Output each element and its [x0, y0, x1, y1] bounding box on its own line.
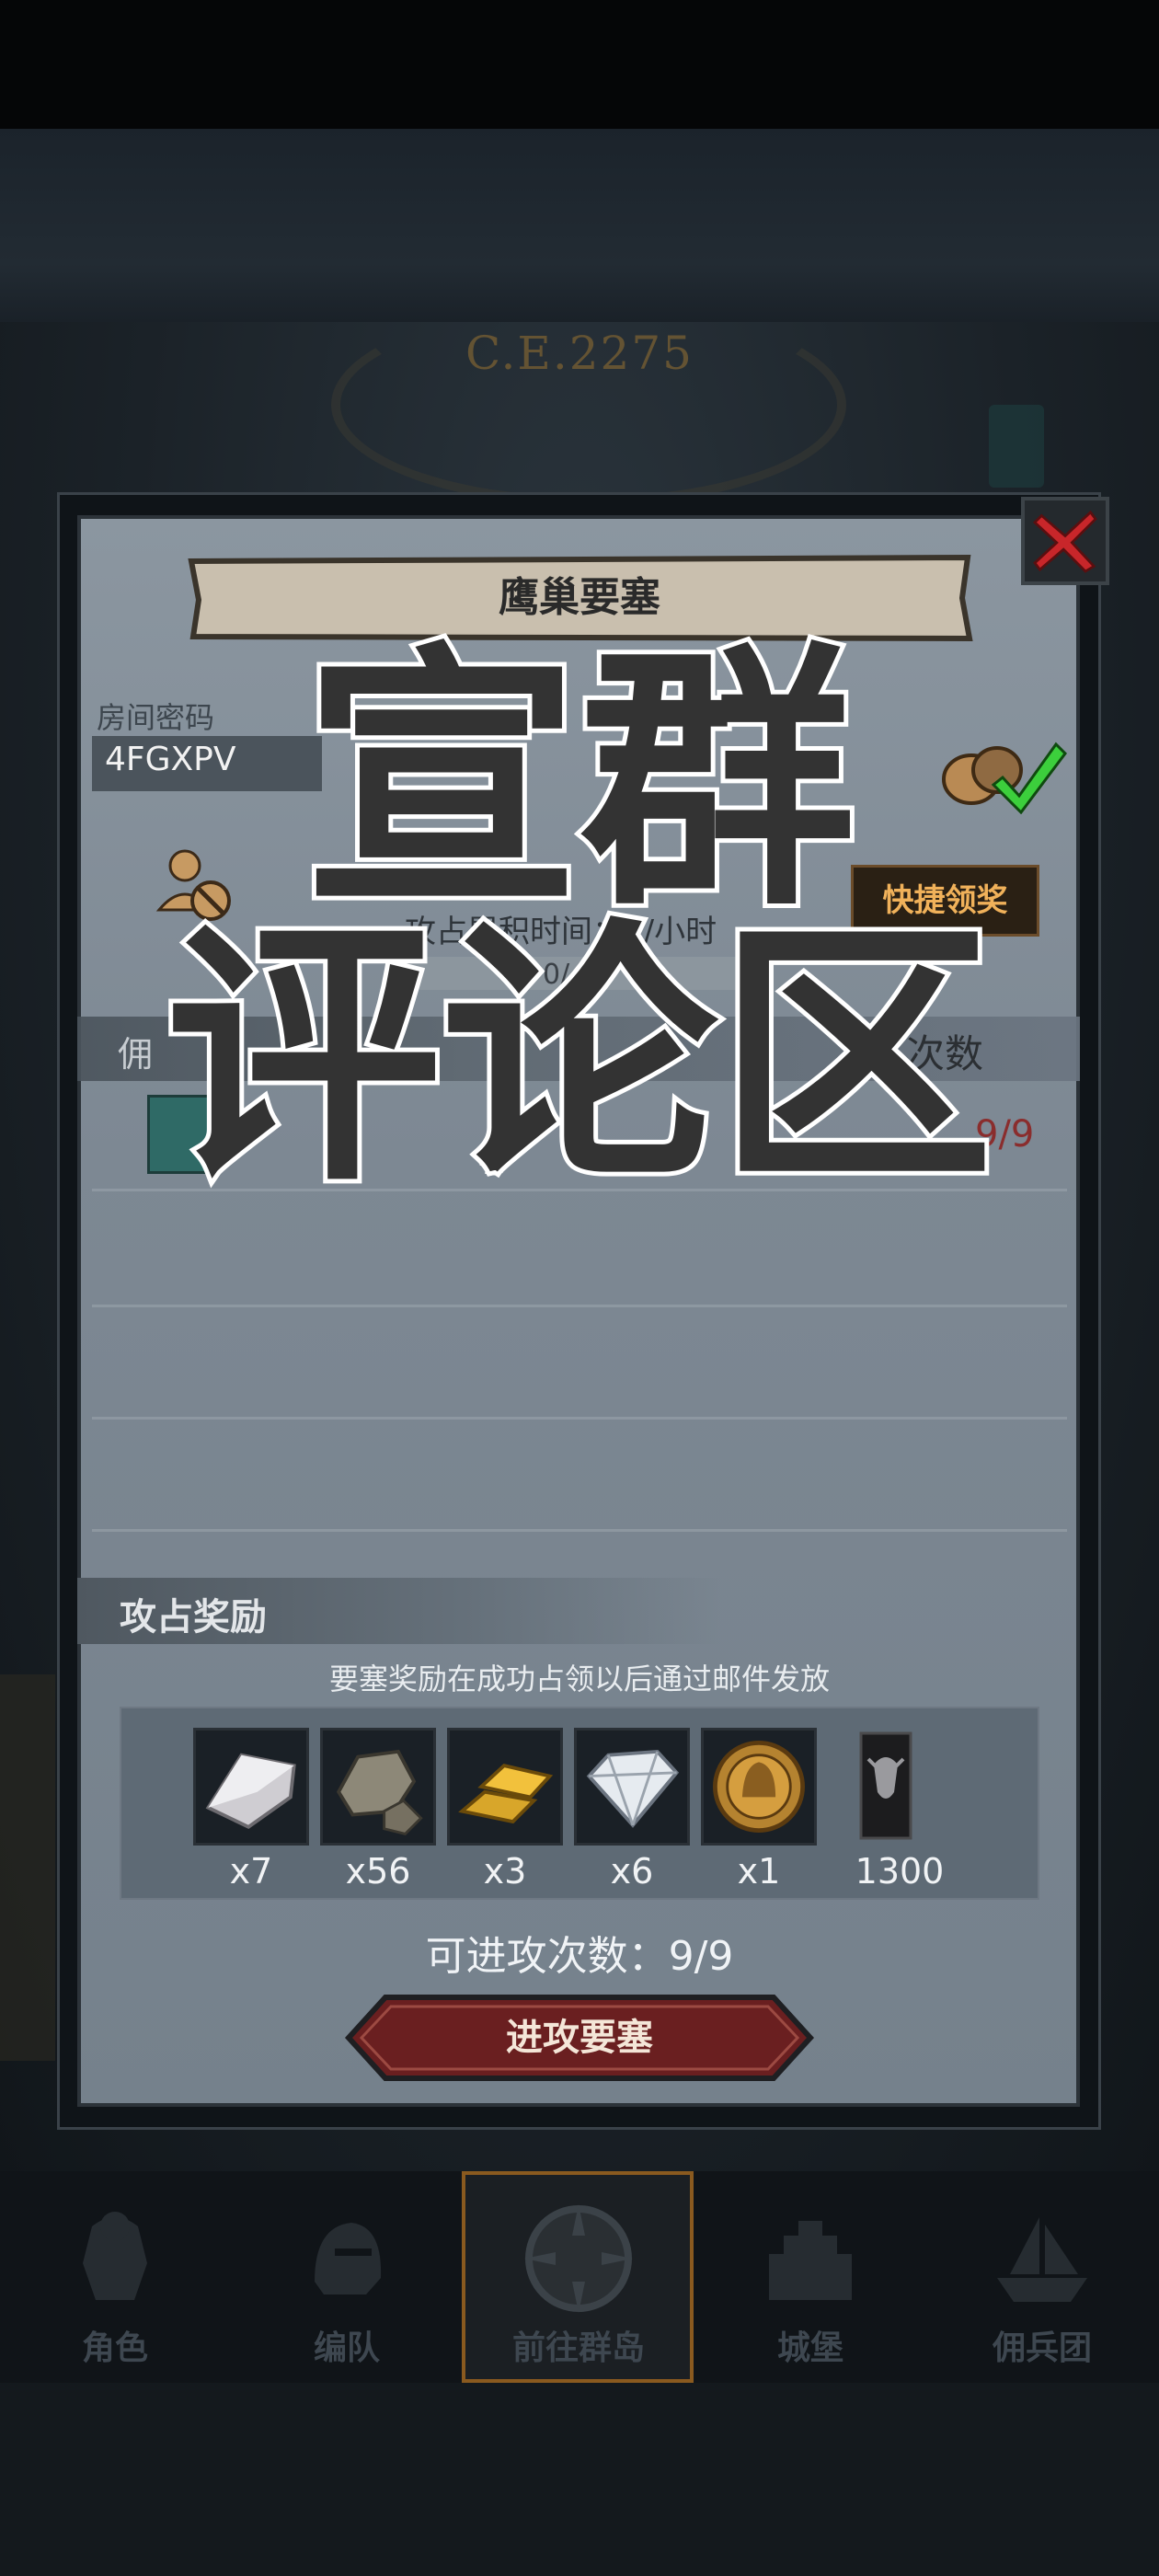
knight-medal-icon[interactable] — [701, 1728, 817, 1846]
castle-icon — [751, 2199, 870, 2318]
bottom-band — [0, 2383, 1159, 2576]
reward-count: x7 — [229, 1851, 273, 1892]
reward-note: 要塞奖励在成功占领以后通过邮件发放 — [328, 1662, 830, 1696]
nav-item-go-islands[interactable]: 前往群岛 — [464, 2171, 694, 2383]
row-divider — [92, 1417, 1067, 1420]
nav-item-mercenary[interactable]: 佣兵团 — [927, 2171, 1157, 2383]
nav-label: 编队 — [313, 2329, 380, 2367]
nav-item-formation[interactable]: 编队 — [232, 2171, 462, 2383]
reward-count: x56 — [345, 1851, 411, 1892]
nav-label: 前往群岛 — [511, 2329, 645, 2367]
top-status-area — [0, 0, 1159, 129]
ship-icon — [982, 2199, 1102, 2318]
silver-ingot-icon[interactable] — [193, 1728, 309, 1846]
row-divider — [92, 1529, 1067, 1532]
reward-title: 攻占奖励 — [120, 1596, 267, 1639]
overlay-text-line2: 评论区 — [161, 897, 998, 1218]
header-band — [0, 129, 1159, 322]
nav-label: 城堡 — [776, 2329, 843, 2367]
close-button[interactable] — [1021, 497, 1109, 585]
bull-banner-icon[interactable] — [828, 1728, 944, 1846]
gold-bar-icon[interactable] — [447, 1728, 563, 1846]
tower-icon — [989, 405, 1044, 488]
reward-count: 1300 — [855, 1851, 945, 1892]
diamond-icon[interactable] — [574, 1728, 690, 1846]
reward-count: x6 — [610, 1851, 654, 1892]
nav-item-character[interactable]: 角色 — [0, 2171, 230, 2383]
left-edge-decoration — [0, 1674, 55, 2061]
compass-icon — [519, 2199, 638, 2318]
attack-count-line: 可进攻次数：9/9 — [425, 1933, 734, 1980]
helmet-icon — [287, 2199, 407, 2318]
nav-label: 角色 — [81, 2329, 148, 2367]
overlay-text-line1: 宣群 — [299, 621, 860, 942]
reward-count: x3 — [483, 1851, 527, 1892]
nav-item-castle[interactable]: 城堡 — [695, 2171, 925, 2383]
era-label: C.E.2275 — [465, 327, 694, 380]
armor-icon — [55, 2199, 175, 2318]
reward-count: x1 — [737, 1851, 781, 1892]
row-divider — [92, 1305, 1067, 1307]
attack-fortress-label: 进攻要塞 — [506, 2017, 653, 2059]
attack-fortress-button[interactable]: 进攻要塞 — [345, 1992, 814, 2084]
nav-label: 佣兵团 — [992, 2329, 1092, 2367]
close-icon — [1033, 510, 1097, 573]
stone-ore-icon[interactable] — [320, 1728, 436, 1846]
